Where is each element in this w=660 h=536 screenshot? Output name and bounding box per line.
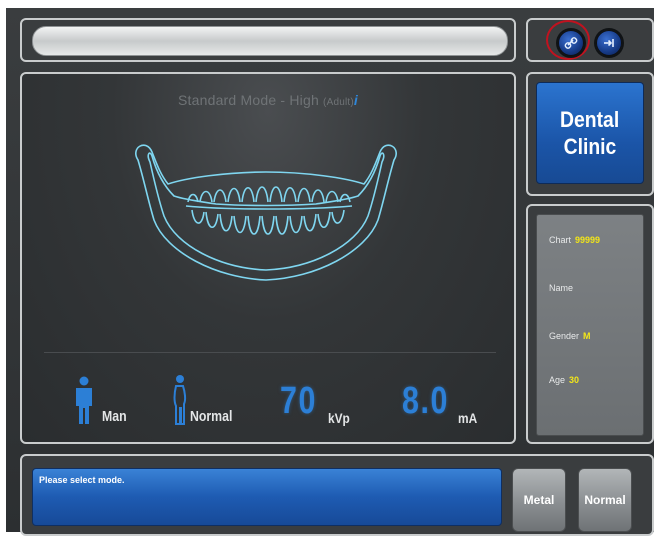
chart-row: Chart 99999 <box>549 235 600 245</box>
info-icon[interactable]: i <box>354 92 358 108</box>
top-bar-panel <box>20 18 516 62</box>
app-window: Standard Mode - High (Adult)i Man Normal… <box>6 8 654 536</box>
age-row: Age 30 <box>549 375 579 385</box>
age-label: Age <box>549 375 566 385</box>
mode-name: Standard Mode - High <box>177 92 324 108</box>
message-box: Please select mode. <box>32 468 502 526</box>
chart-label: Chart <box>549 235 572 245</box>
clinic-name-line2: Clinic <box>563 134 617 159</box>
mode-subtitle: (Adult) <box>323 97 354 108</box>
status-message: Please select mode. <box>39 475 125 485</box>
link-button[interactable] <box>558 30 584 56</box>
exit-icon <box>604 39 614 47</box>
exposure-panel: Standard Mode - High (Adult)i Man Normal… <box>20 72 516 444</box>
jaw-illustration <box>135 144 397 281</box>
metal-button[interactable]: Metal <box>512 468 566 532</box>
name-row: Name <box>549 283 573 293</box>
gender-row: Gender M <box>549 331 591 341</box>
age-value: 30 <box>569 375 580 385</box>
clinic-name-line1: Dental <box>560 107 620 132</box>
patient-info-box: Chart 99999 Name Gender M Age 30 <box>536 214 644 436</box>
man-icon[interactable] <box>72 376 96 426</box>
gender-value: M <box>583 331 591 341</box>
exposure-parameters: Man Normal 70 kVp 8.0 mA <box>22 370 514 430</box>
exit-button[interactable] <box>596 30 622 56</box>
clinic-logo: Dental Clinic <box>536 82 644 184</box>
kvp-unit: kVp <box>328 410 350 426</box>
patient-info-panel: Chart 99999 Name Gender M Age 30 <box>526 204 654 444</box>
progress-bar <box>32 26 508 56</box>
name-label: Name <box>549 283 574 293</box>
normal-button[interactable]: Normal <box>578 468 632 532</box>
gender-label: Gender <box>549 331 580 341</box>
clinic-panel: Dental Clinic <box>526 72 654 196</box>
mode-title: Standard Mode - High (Adult)i <box>22 92 514 108</box>
bottom-panel: Please select mode. Metal Normal <box>20 454 654 536</box>
ma-value[interactable]: 8.0 <box>402 380 449 423</box>
ma-unit: mA <box>458 410 478 426</box>
icon-panel <box>526 18 654 62</box>
chart-value: 99999 <box>575 235 601 245</box>
body-type-label: Normal <box>190 408 233 425</box>
person-label: Man <box>102 408 127 425</box>
body-type-icon[interactable] <box>172 374 188 426</box>
divider <box>44 352 496 353</box>
link-icon <box>564 37 578 49</box>
kvp-value[interactable]: 70 <box>280 380 317 423</box>
